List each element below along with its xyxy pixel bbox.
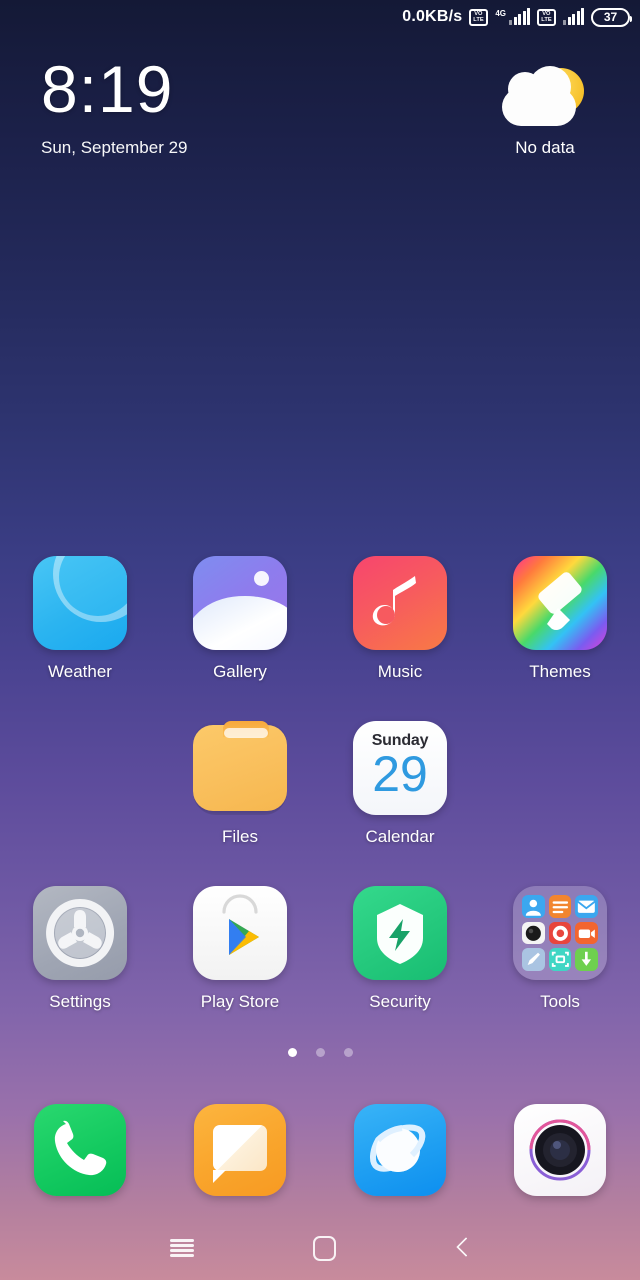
app-label: Calendar <box>365 827 435 846</box>
dock-item-browser[interactable] <box>333 1104 468 1196</box>
app-label: Files <box>222 827 258 846</box>
mini-icon-scanner <box>548 948 572 971</box>
app-row: Weather Gallery Music Themes <box>0 556 640 721</box>
status-bar: 0.0KB/s VO LTE 4G VO LTE 37 <box>0 0 640 34</box>
messages-app-icon[interactable] <box>194 1104 286 1196</box>
calendar-day-number: 29 <box>372 746 428 802</box>
app-row: Settings Play Store Security Tools <box>0 886 640 1051</box>
mini-icon-recorder <box>548 921 572 945</box>
settings-app-icon[interactable] <box>33 886 127 980</box>
home-icon[interactable] <box>312 1235 336 1261</box>
tools-folder-icon[interactable] <box>513 886 607 980</box>
mini-icon-editor <box>522 948 545 971</box>
mini-icon-notes <box>548 895 572 918</box>
music-note-glyph <box>372 576 416 626</box>
weather-app-icon[interactable] <box>33 556 127 650</box>
app-label: Settings <box>49 992 111 1011</box>
sun-behind-cloud-icon <box>490 66 600 134</box>
dock-item-camera[interactable] <box>493 1104 628 1196</box>
battery-level-text: 37 <box>603 10 618 24</box>
sun-dot-shape <box>254 571 269 586</box>
clock-date: Sun, September 29 <box>41 138 188 157</box>
app-grid: Weather Gallery Music Themes Files Sunda… <box>0 556 640 1051</box>
files-app-icon[interactable] <box>193 721 287 815</box>
mini-icon-mail <box>575 895 598 918</box>
app-label: Themes <box>529 662 591 681</box>
app-security[interactable]: Security <box>333 886 468 1051</box>
security-app-icon[interactable] <box>353 886 447 980</box>
app-label: Weather <box>48 662 112 681</box>
app-label: Gallery <box>213 662 267 681</box>
folder-tools[interactable]: Tools <box>493 886 628 1051</box>
page-dot-1[interactable] <box>287 1048 297 1057</box>
camera-lens-glyph <box>529 1119 591 1181</box>
page-dot-2[interactable] <box>315 1048 325 1057</box>
weather-widget[interactable]: No data <box>490 66 600 158</box>
app-label: Security <box>369 992 431 1011</box>
speech-bubble-shape <box>213 1125 267 1171</box>
mini-icon-downloads <box>575 948 598 971</box>
app-label: Music <box>377 662 423 681</box>
battery-indicator: 37 <box>591 7 632 27</box>
phone-handset-glyph <box>54 1120 107 1176</box>
app-music[interactable]: Music <box>333 556 468 721</box>
gear-icon <box>46 899 115 967</box>
app-label: Tools <box>540 992 580 1011</box>
recents-icon[interactable] <box>169 1239 194 1257</box>
dock-item-messages[interactable] <box>173 1104 308 1196</box>
app-row: Files Sunday 29 Calendar <box>0 721 640 886</box>
gallery-app-icon[interactable] <box>193 556 287 650</box>
network-type-label: 4G <box>495 9 506 18</box>
calendar-app-icon[interactable]: Sunday 29 <box>353 721 447 815</box>
mini-icon-camera <box>522 921 545 945</box>
camera-app-icon[interactable] <box>514 1104 606 1196</box>
phone-app-icon[interactable] <box>34 1104 126 1196</box>
back-icon[interactable] <box>455 1237 471 1259</box>
play-store-glyph <box>222 894 259 955</box>
dock-item-phone[interactable] <box>13 1104 148 1196</box>
themes-app-icon[interactable] <box>513 556 607 650</box>
volte-sim1-icon: VO LTE <box>469 8 489 26</box>
app-gallery[interactable]: Gallery <box>173 556 308 721</box>
clock-time: 8:19 <box>41 52 174 126</box>
music-app-icon[interactable] <box>353 556 447 650</box>
network-speed-text: 0.0KB/s <box>402 8 463 25</box>
paint-roller-glyph <box>538 572 582 630</box>
folder-gloss-shape <box>224 728 268 738</box>
app-play-store[interactable]: Play Store <box>173 886 308 1051</box>
app-calendar[interactable]: Sunday 29 Calendar <box>333 721 468 886</box>
signal-sim1-icon: 4G <box>495 8 530 25</box>
navigation-bar <box>0 1216 640 1280</box>
app-files[interactable]: Files <box>173 721 308 886</box>
app-label: Play Store <box>200 992 280 1011</box>
dock <box>0 1104 640 1196</box>
browser-app-icon[interactable] <box>354 1104 446 1196</box>
clock-weather-widget[interactable]: 8:19 Sun, September 29 No data <box>0 56 640 186</box>
mini-icon-contacts <box>522 895 545 918</box>
signal-bars-sim1 <box>509 8 530 25</box>
signal-bars-sim2 <box>563 8 584 25</box>
page-dot-3[interactable] <box>343 1048 353 1057</box>
app-themes[interactable]: Themes <box>493 556 628 721</box>
app-weather[interactable]: Weather <box>13 556 148 721</box>
cloud-icon <box>502 66 576 126</box>
app-settings[interactable]: Settings <box>13 886 148 1051</box>
weather-status-text: No data <box>515 138 575 157</box>
mini-icon-video <box>575 921 598 945</box>
speech-bubble-tail <box>213 1170 226 1183</box>
mountain-shape <box>193 588 287 650</box>
planet-glyph <box>370 1124 426 1172</box>
play-store-app-icon[interactable] <box>193 886 287 980</box>
volte-sim2-icon: VO LTE <box>537 8 556 26</box>
shield-icon <box>377 904 423 964</box>
clock-widget[interactable]: 8:19 Sun, September 29 <box>41 56 187 158</box>
page-indicator[interactable] <box>0 1048 640 1057</box>
